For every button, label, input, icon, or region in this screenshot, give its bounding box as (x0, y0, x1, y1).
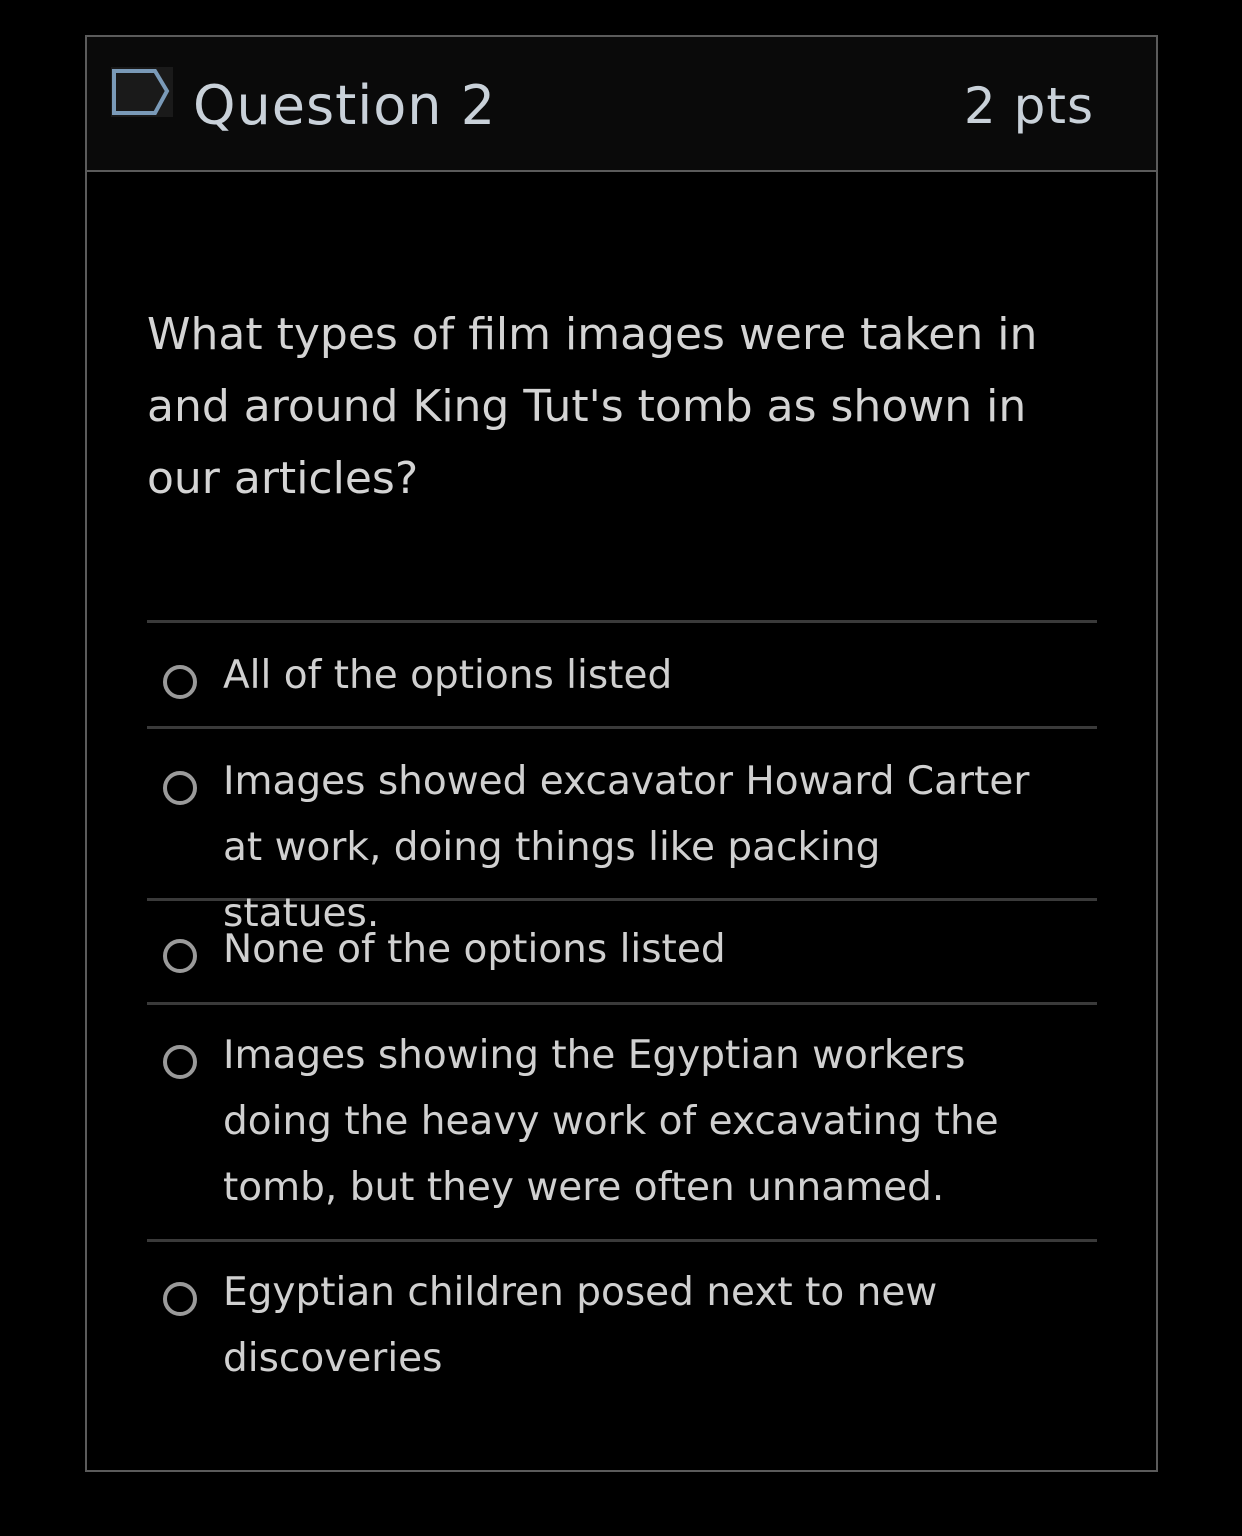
answer-label: Images showing the Egyptian workers doin… (223, 1033, 999, 1210)
question-text: What types of film images were taken in … (147, 309, 1038, 504)
answer-option[interactable]: Images showed excavator Howard Carter at… (147, 729, 1097, 936)
question-points: 2 pts (963, 77, 1094, 135)
answer-option[interactable]: Egyptian children posed next to new disc… (147, 1242, 1097, 1412)
answer-option[interactable]: Images showing the Egyptian workers doin… (147, 1005, 1097, 1242)
radio-button[interactable] (163, 771, 197, 805)
radio-button[interactable] (163, 939, 197, 973)
question-title: Question 2 (193, 74, 497, 137)
answer-label: Egyptian children posed next to new disc… (223, 1270, 938, 1381)
question-card: Question 2 2 pts What types of film imag… (85, 35, 1158, 1472)
answer-option[interactable]: All of the options listed (147, 623, 1097, 729)
question-header: Question 2 2 pts (87, 37, 1156, 172)
radio-button[interactable] (163, 665, 197, 699)
answer-list: All of the options listed Images showed … (147, 620, 1097, 1412)
radio-button[interactable] (163, 1282, 197, 1316)
radio-button[interactable] (163, 1045, 197, 1079)
flag-outline-icon[interactable] (111, 67, 173, 117)
answer-label: All of the options listed (223, 653, 673, 698)
answer-label: None of the options listed (223, 927, 726, 972)
answer-option[interactable]: None of the options listed (147, 901, 1097, 1005)
